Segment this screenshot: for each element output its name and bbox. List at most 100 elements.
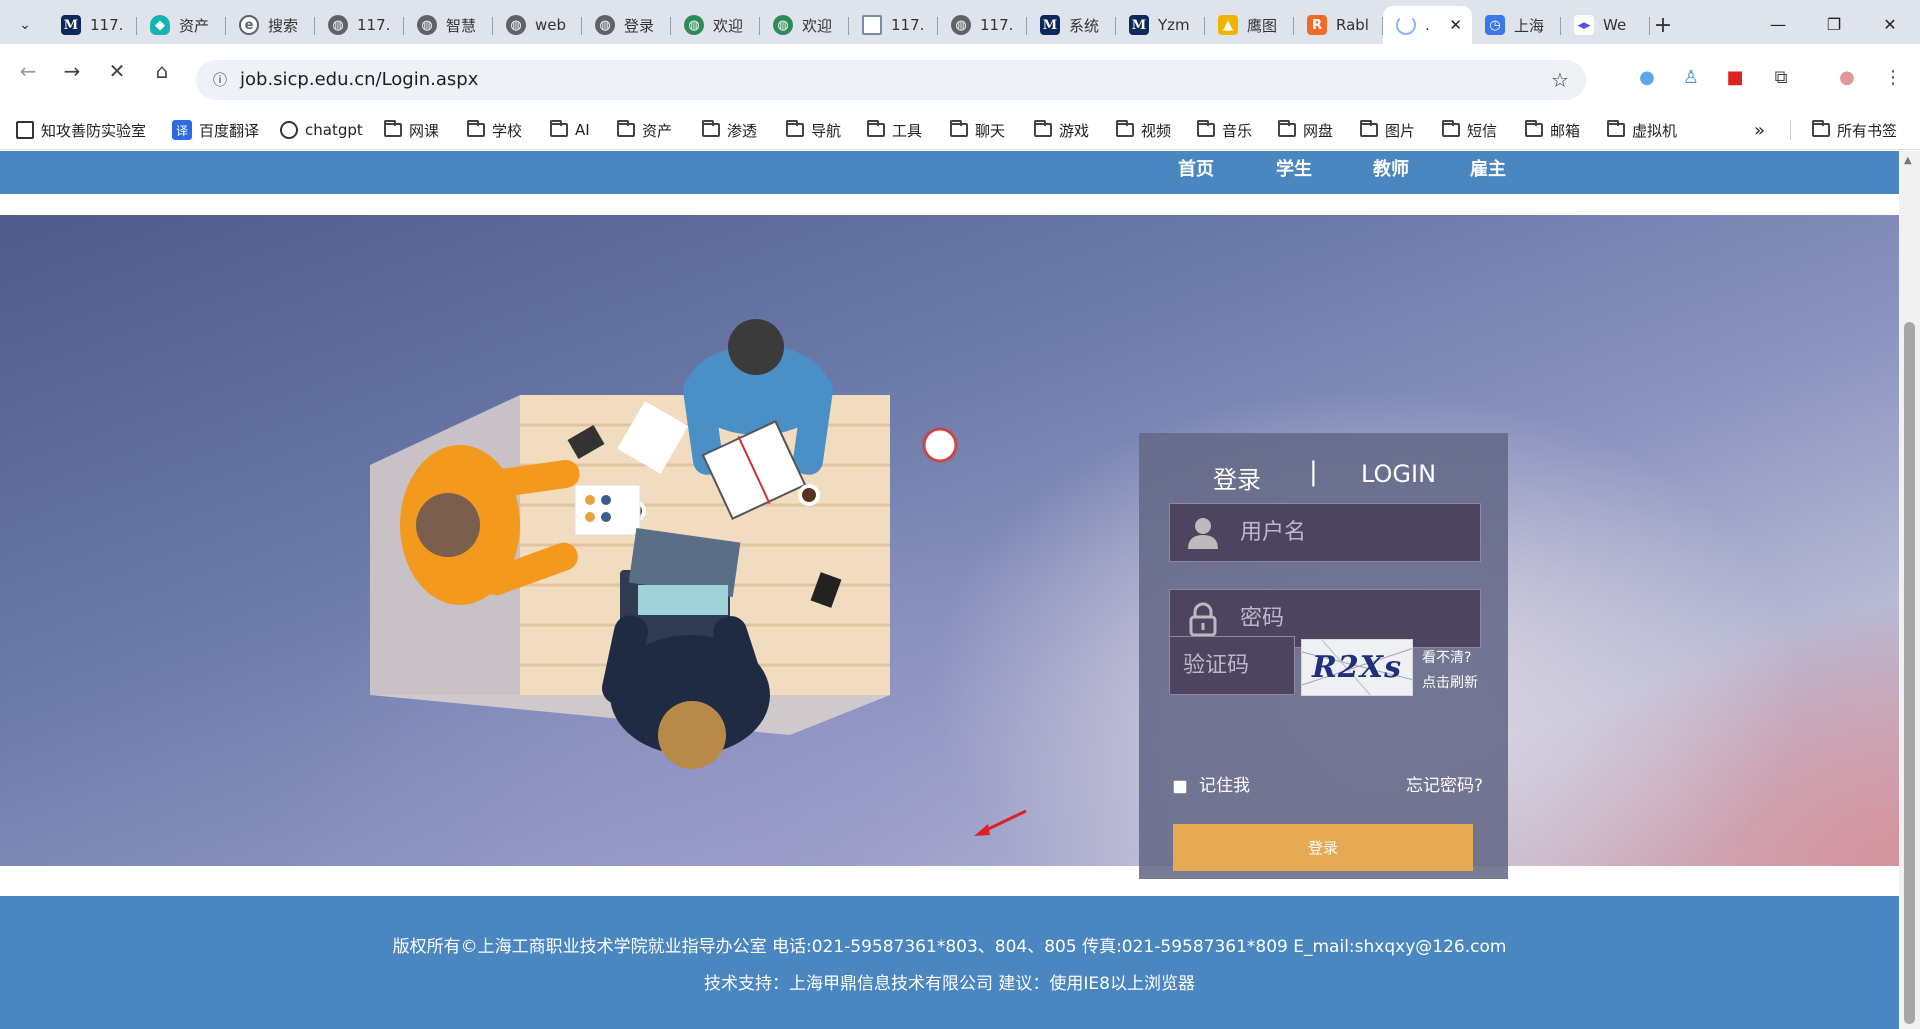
address-bar[interactable]: ⓘ job.sicp.edu.cn/Login.aspx ☆: [196, 60, 1586, 100]
extension-figure-icon[interactable]: ♙: [1676, 62, 1706, 92]
browser-tab[interactable]: . ✕: [1383, 6, 1472, 44]
login-button[interactable]: 登录: [1173, 824, 1473, 871]
close-icon: ✕: [108, 59, 126, 83]
bookmark-item[interactable]: 资产: [617, 116, 672, 144]
minimize-button[interactable]: —: [1750, 0, 1806, 48]
url-text[interactable]: job.sicp.edu.cn/Login.aspx: [240, 69, 478, 90]
browser-tab[interactable]: ◍ 欢迎: [760, 6, 849, 44]
bookmark-item[interactable]: chatgpt: [280, 116, 363, 144]
tab-title: 117.: [980, 16, 1014, 34]
stop-loading-button[interactable]: ✕: [99, 53, 135, 89]
scroll-up-arrow-icon[interactable]: ▲: [1904, 155, 1912, 166]
nav-student-link[interactable]: 学生: [1276, 155, 1312, 181]
red-annotation-arrow: [974, 809, 1027, 836]
extension-flag-icon[interactable]: ■: [1720, 62, 1750, 92]
bookmarks-overflow-chevron-icon[interactable]: »: [1754, 116, 1765, 144]
loading-icon: [1396, 15, 1416, 35]
tab-title: We: [1603, 16, 1627, 34]
bookmark-item[interactable]: 渗透: [702, 116, 757, 144]
all-bookmarks-label: 所有书签: [1837, 121, 1898, 140]
browser-tab[interactable]: ◍ 登录: [582, 6, 671, 44]
menu-kebab-icon[interactable]: ⋮: [1878, 62, 1908, 92]
all-bookmarks-button[interactable]: 所有书签: [1812, 116, 1897, 144]
bookmark-item[interactable]: AI: [550, 116, 590, 144]
bookmark-item[interactable]: 网课: [384, 116, 439, 144]
bookmark-item[interactable]: 译百度翻译: [172, 116, 259, 144]
bookmark-item[interactable]: 短信: [1442, 116, 1497, 144]
browser-tab[interactable]: ◍ 欢迎: [671, 6, 760, 44]
bookmark-item[interactable]: 游戏: [1034, 116, 1089, 144]
nav-home-link[interactable]: 首页: [1178, 155, 1214, 181]
footer-copyright: 版权所有©上海工商职业技术学院就业指导办公室 电话:021-59587361*8…: [392, 937, 1507, 957]
folder-icon: [467, 120, 485, 137]
browser-tab[interactable]: ◷ 上海: [1472, 6, 1561, 44]
remember-me-checkbox[interactable]: [1173, 780, 1187, 794]
captcha-input[interactable]: [1170, 637, 1294, 694]
site-footer: 版权所有©上海工商职业技术学院就业指导办公室 电话:021-59587361*8…: [0, 896, 1899, 1029]
tab-list: M 117. ◆ 资产 e 搜索 ◍ 117. ◍ 智慧 ◍ web ◍ 登录 ◍ 欢迎 ◍ 欢迎 117. ◍ 117…: [48, 6, 1650, 44]
browser-tab[interactable]: R Rabl: [1294, 6, 1383, 44]
bookmark-item[interactable]: 音乐: [1197, 116, 1252, 144]
bookmark-item[interactable]: 邮箱: [1525, 116, 1580, 144]
browser-tab[interactable]: ◍ web: [493, 6, 582, 44]
bookmark-star-icon[interactable]: ☆: [1546, 66, 1574, 94]
bookmark-item[interactable]: 视频: [1116, 116, 1171, 144]
tab-title: 欢迎: [802, 16, 833, 35]
chevron-down-icon: ⌄: [19, 17, 31, 33]
forward-button[interactable]: →: [54, 53, 90, 89]
browser-tab[interactable]: 117.: [849, 6, 938, 44]
browser-tab[interactable]: ◍ 117.: [315, 6, 404, 44]
nav-employer-link[interactable]: 雇主: [1470, 155, 1506, 181]
scroll-thumb[interactable]: [1904, 322, 1915, 1024]
profile-avatar[interactable]: ●: [1832, 62, 1862, 92]
bookmark-label: chatgpt: [305, 121, 363, 139]
bookmark-item[interactable]: 图片: [1360, 116, 1415, 144]
nav-teacher-link[interactable]: 教师: [1373, 155, 1409, 181]
browser-tab[interactable]: ◂▸ We: [1561, 6, 1650, 44]
bookmark-item[interactable]: 知攻善防实验室: [16, 116, 146, 144]
close-window-button[interactable]: ✕: [1862, 0, 1918, 48]
browser-tab[interactable]: M 117.: [48, 6, 137, 44]
folder-icon: [950, 120, 968, 137]
back-button[interactable]: ←: [10, 53, 46, 89]
bookmark-label: 学校: [492, 121, 523, 140]
browser-tab[interactable]: M 系统: [1027, 6, 1116, 44]
new-tab-button[interactable]: +: [1648, 10, 1678, 40]
tab-title: 搜索: [268, 16, 299, 35]
captcha-image[interactable]: R2Xs: [1301, 639, 1413, 696]
tab-search-button[interactable]: ⌄: [10, 10, 40, 40]
login-title-en: LOGIN: [1361, 460, 1437, 488]
forgot-password-link[interactable]: 忘记密码?: [1406, 771, 1483, 796]
remember-me-label[interactable]: 记住我: [1199, 771, 1250, 796]
captcha-hint-unclear[interactable]: 看不清?: [1422, 647, 1471, 667]
bookmark-item[interactable]: 工具: [867, 116, 922, 144]
tab-close-icon[interactable]: ✕: [1449, 16, 1462, 34]
browser-tab[interactable]: ◍ 117.: [938, 6, 1027, 44]
tab-title: 智慧: [446, 16, 477, 35]
restore-button[interactable]: ❐: [1806, 0, 1862, 48]
browser-tab[interactable]: M Yzm: [1116, 6, 1205, 44]
web-page: 首页 学生 教师 雇主 登录 | LOGIN 用户名 验证码 R2Xs 看不清?…: [0, 151, 1899, 1029]
folder-icon: [702, 120, 720, 137]
browser-tab[interactable]: ◆ 资产: [137, 6, 226, 44]
browser-tab[interactable]: ▲ 鹰图: [1205, 6, 1294, 44]
bookmark-label: 视频: [1141, 121, 1172, 140]
bookmark-label: 虚拟机: [1632, 121, 1678, 140]
extension-circle-icon[interactable]: ●: [1632, 62, 1662, 92]
tab-title: 117.: [357, 16, 391, 34]
username-input[interactable]: [1170, 504, 1480, 561]
browser-tab[interactable]: e 搜索: [226, 6, 315, 44]
bookmark-item[interactable]: 聊天: [950, 116, 1005, 144]
minimize-icon: —: [1770, 14, 1786, 34]
bookmark-item[interactable]: 导航: [786, 116, 841, 144]
folder-icon: [550, 120, 568, 137]
page-scrollbar[interactable]: ▲: [1899, 151, 1920, 1029]
bookmark-item[interactable]: 虚拟机: [1607, 116, 1677, 144]
bookmark-item[interactable]: 网盘: [1278, 116, 1333, 144]
site-info-icon[interactable]: ⓘ: [206, 66, 234, 94]
captcha-refresh-link[interactable]: 点击刷新: [1422, 672, 1478, 692]
home-button[interactable]: ⌂: [144, 53, 180, 89]
browser-tab[interactable]: ◍ 智慧: [404, 6, 493, 44]
bookmark-item[interactable]: 学校: [467, 116, 522, 144]
extensions-puzzle-icon[interactable]: ⧉: [1766, 62, 1796, 92]
